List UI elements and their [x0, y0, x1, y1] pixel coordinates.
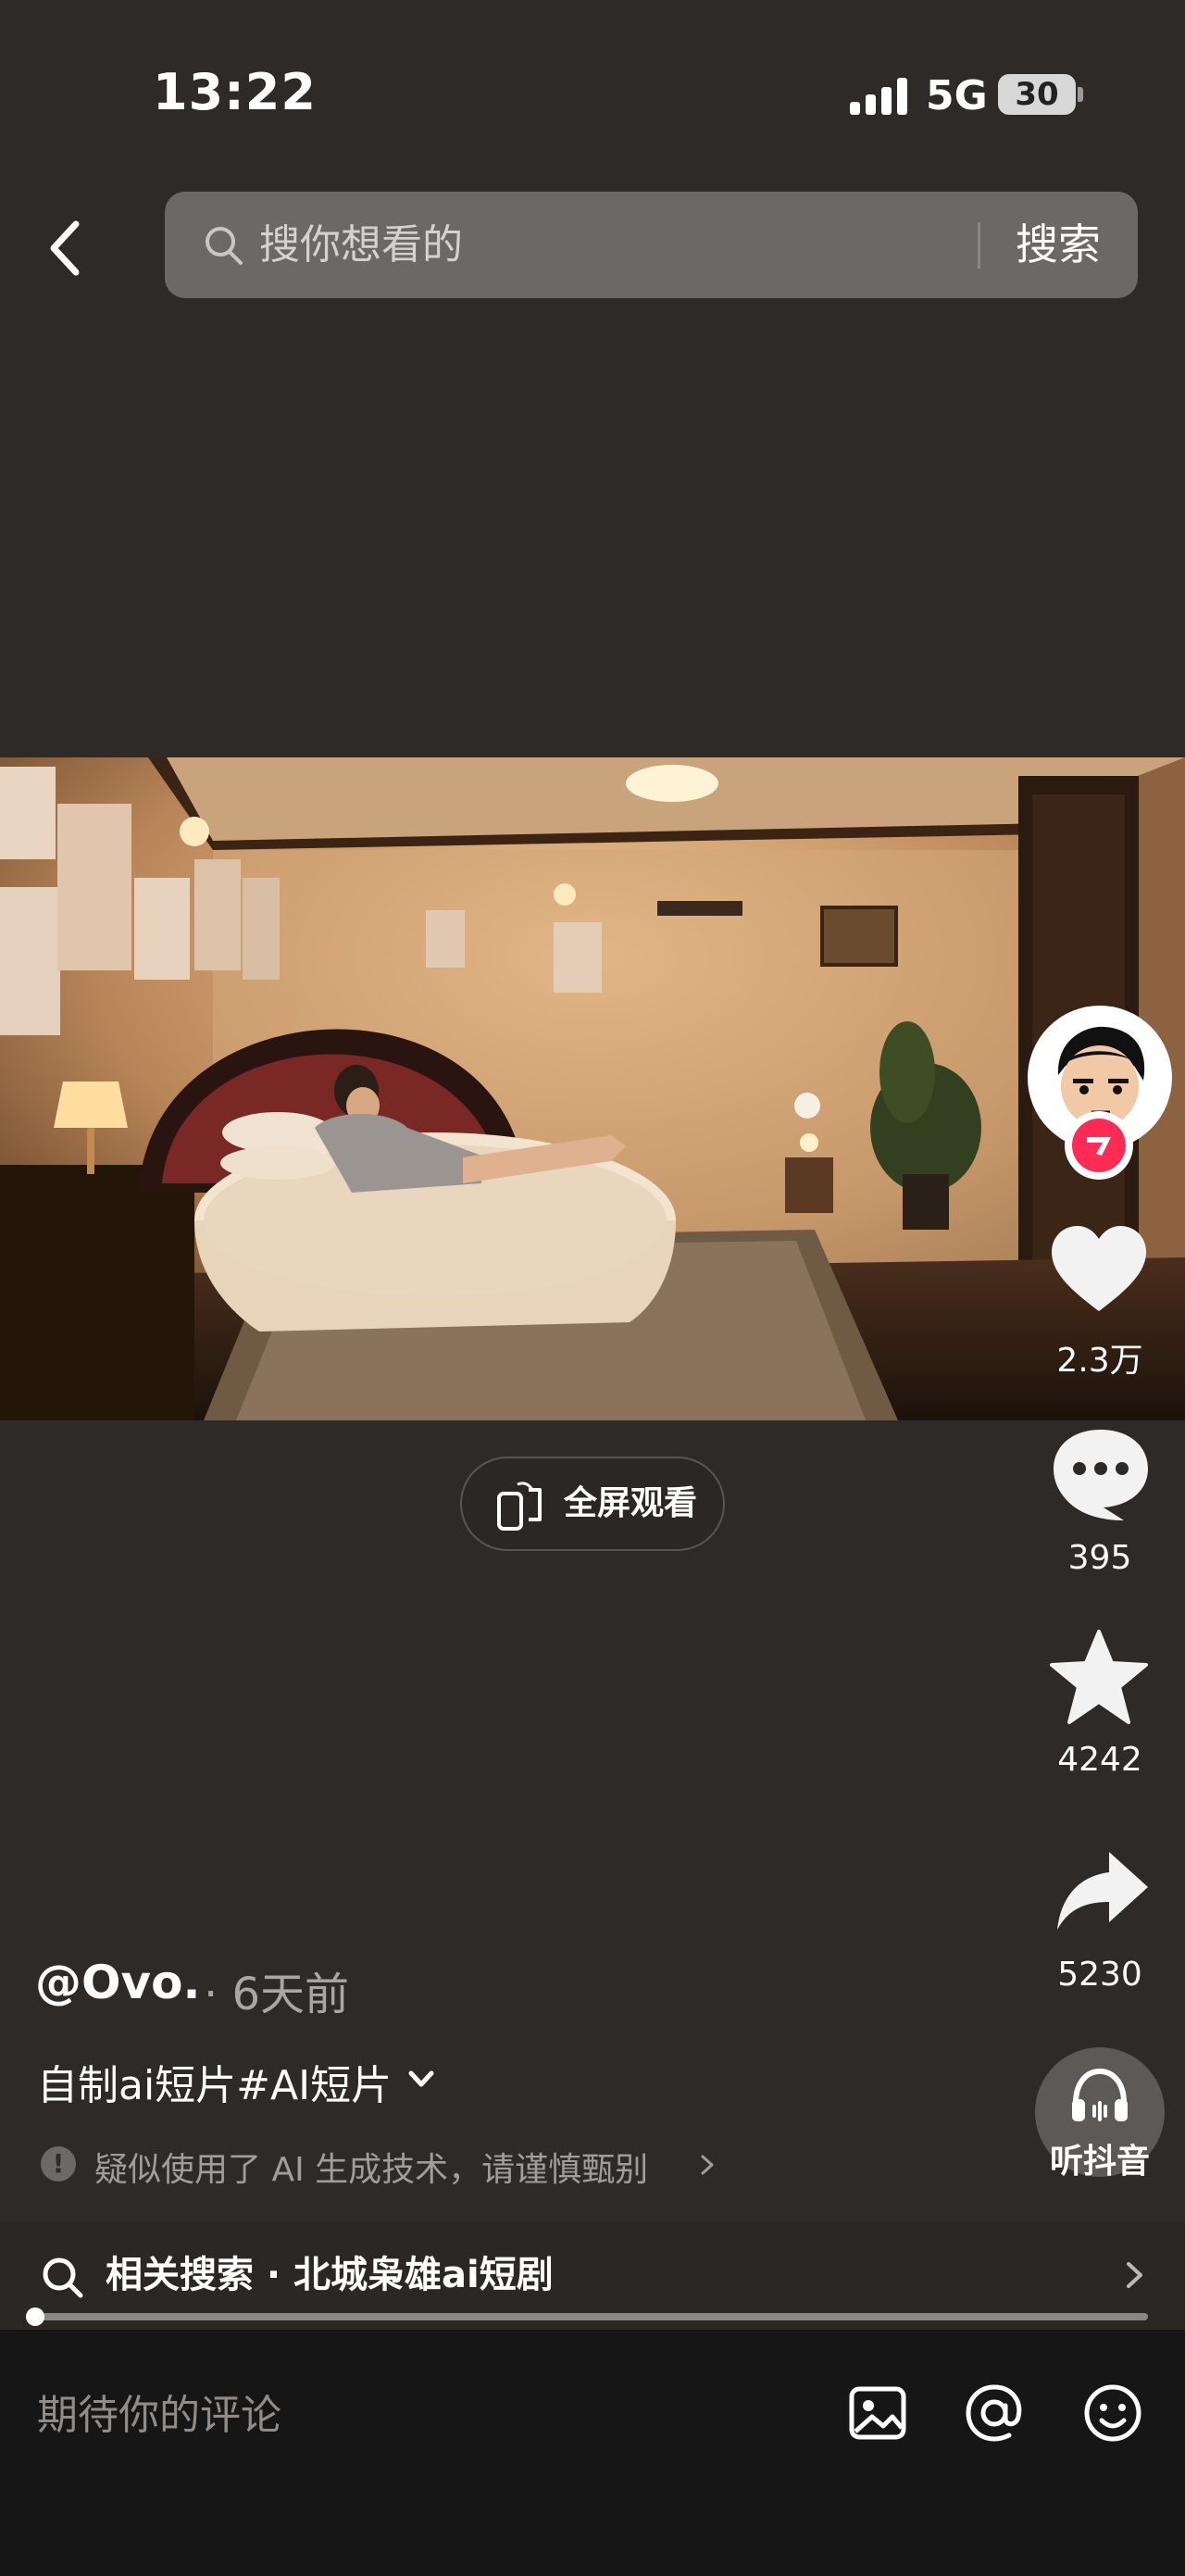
fullscreen-button[interactable]: 全屏观看	[460, 1457, 725, 1551]
chevron-down-icon[interactable]	[405, 2063, 437, 2095]
chevron-right-icon	[1118, 2259, 1150, 2291]
search-divider	[978, 222, 980, 269]
search-input[interactable]: 搜你想看的	[259, 192, 463, 298]
cellular-signal-icon	[850, 78, 907, 115]
progress-handle[interactable]	[26, 2307, 44, 2326]
fullscreen-label: 全屏观看	[564, 1484, 698, 1522]
search-bar[interactable]: 搜你想看的 搜索	[165, 192, 1138, 298]
like-count: 2.3万	[1056, 1342, 1143, 1380]
comment-bar	[0, 2330, 1185, 2576]
favorite-count: 4242	[1057, 1741, 1142, 1779]
headphones-icon	[1066, 2062, 1133, 2129]
mention-at-icon[interactable]	[963, 2382, 1026, 2445]
listen-douyin-label: 听抖音	[1049, 2143, 1150, 2181]
network-type: 5G	[926, 72, 988, 119]
share-arrow-icon[interactable]	[1052, 1844, 1154, 1946]
back-arrow-icon[interactable]	[37, 211, 102, 285]
like-heart-icon[interactable]	[1048, 1220, 1150, 1322]
video-frame-image	[0, 757, 1185, 1420]
search-icon	[41, 2256, 85, 2300]
video-caption[interactable]: 自制ai短片#AI短片	[37, 2052, 392, 2111]
warning-icon: !	[41, 2146, 76, 2182]
search-icon	[202, 223, 246, 268]
video-player[interactable]	[0, 757, 1185, 1420]
follow-button[interactable]	[1065, 1111, 1133, 1180]
chevron-right-icon	[696, 2154, 718, 2176]
ai-content-notice[interactable]: 疑似使用了 AI 生成技术，请谨慎甄别	[94, 2143, 648, 2191]
status-time: 13:22	[153, 63, 317, 121]
share-count: 5230	[1057, 1956, 1142, 1994]
favorite-star-icon[interactable]	[1048, 1628, 1150, 1730]
author-name[interactable]: @Ovo.	[35, 1956, 200, 2009]
comment-count: 395	[1067, 1539, 1132, 1577]
post-time: · 6天前	[204, 1969, 350, 2020]
battery-icon: 30	[998, 74, 1076, 115]
follow-plus-icon	[1072, 1119, 1126, 1172]
battery-tip	[1078, 87, 1083, 102]
image-icon[interactable]	[846, 2382, 909, 2445]
search-button[interactable]: 搜索	[1016, 192, 1101, 298]
comment-bubble-icon[interactable]	[1050, 1424, 1152, 1526]
comment-input[interactable]: 期待你的评论	[37, 2382, 281, 2441]
video-progress-bar[interactable]	[31, 2313, 1148, 2320]
rotate-screen-icon	[493, 1479, 549, 1534]
emoji-icon[interactable]	[1081, 2382, 1144, 2445]
